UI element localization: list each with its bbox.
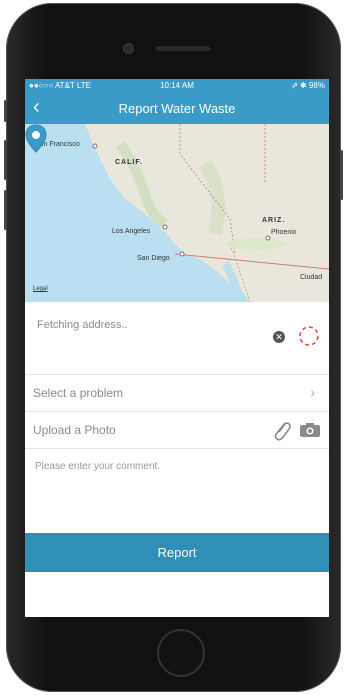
upload-photo-label: Upload a Photo <box>33 423 116 437</box>
earpiece-speaker <box>156 46 210 51</box>
map-label-calif: CALIF. <box>115 159 143 166</box>
nav-bar: ‹ Report Water Waste <box>25 93 329 124</box>
front-camera <box>124 44 133 53</box>
report-button[interactable]: Report <box>25 533 329 572</box>
comment-input[interactable]: Please enter your comment. <box>35 461 160 472</box>
map-legal-link[interactable]: Legal <box>33 286 48 292</box>
status-bar: ●●○○○ AT&T LTE 10:14 AM ⇗ ✱ 98% <box>25 79 329 93</box>
camera-icon[interactable] <box>299 422 321 438</box>
power-button <box>340 150 343 200</box>
volume-up-button <box>4 140 7 180</box>
mute-switch <box>4 100 7 122</box>
page-title: Report Water Waste <box>118 101 236 116</box>
map-base <box>85 124 329 302</box>
locate-icon[interactable] <box>297 324 321 348</box>
chevron-right-icon: › <box>310 384 315 400</box>
address-text: Fetching address.. <box>37 319 128 331</box>
map-label-san-diego: San Diego <box>137 255 170 262</box>
map-label-los-angeles: Los Angeles <box>112 228 151 235</box>
upload-photo-row[interactable]: Upload a Photo <box>25 412 329 449</box>
home-button[interactable] <box>157 629 205 677</box>
clear-icon[interactable]: ✕ <box>273 331 285 343</box>
map-label-phoenix: Phoenix <box>271 229 297 236</box>
select-problem-row[interactable]: Select a problem › <box>25 375 329 412</box>
battery-status: ⇗ ✱ 98% <box>291 81 325 90</box>
map-view[interactable]: San Francisco CALIF. Los Angeles San Die… <box>25 124 329 302</box>
map-pin-icon[interactable] <box>25 124 47 154</box>
paperclip-icon[interactable] <box>270 418 292 442</box>
map-label-ciudad: Ciudad <box>300 274 323 281</box>
select-problem-label: Select a problem <box>33 386 124 400</box>
app-screen: ●●○○○ AT&T LTE 10:14 AM ⇗ ✱ 98% ‹ Report… <box>25 79 329 617</box>
volume-down-button <box>4 190 7 230</box>
map-label-ariz: ARIZ. <box>262 217 286 224</box>
status-time: 10:14 AM <box>160 81 194 90</box>
